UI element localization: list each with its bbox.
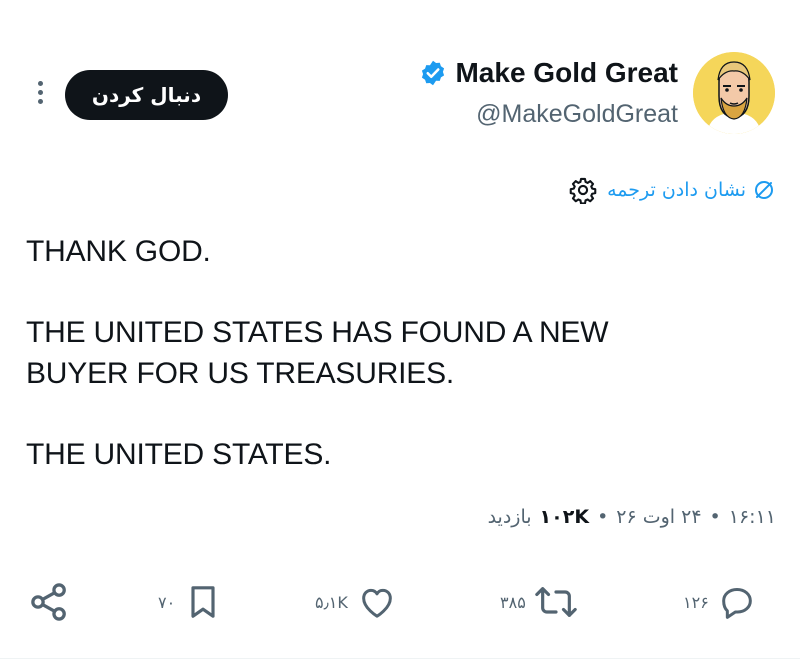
tweet-text-line: BUYER FOR US TREASURIES.: [26, 357, 455, 390]
like-button[interactable]: ۵٫۱K: [315, 580, 398, 624]
like-count: ۵٫۱K: [315, 592, 348, 612]
display-name: Make Gold Great: [455, 57, 678, 88]
retweet-icon: [535, 587, 577, 617]
translate-icon: [755, 181, 773, 199]
user-handle[interactable]: @MakeGoldGreat: [476, 100, 678, 129]
follow-button[interactable]: دنبال کردن: [65, 70, 228, 120]
gear-icon[interactable]: [569, 176, 597, 204]
divider: [0, 658, 800, 659]
share-icon: [31, 583, 66, 621]
reply-icon: [721, 588, 752, 619]
avatar[interactable]: [693, 52, 775, 134]
tweet-text-line: THANK GOD.: [26, 235, 211, 268]
views-label: بازدید: [487, 506, 532, 528]
show-translation-label: نشان دادن ترجمه: [607, 179, 746, 201]
tweet-meta: ۱۶:۱۱ • ۲۴ اوت ۲۶ • ۱۰۲K بازدید: [488, 506, 776, 528]
tweet-text-line: THE UNITED STATES HAS FOUND A NEW: [26, 316, 609, 349]
heart-icon: [362, 588, 392, 618]
share-button[interactable]: [27, 580, 71, 624]
more-vertical-icon[interactable]: [30, 78, 50, 110]
show-translation-link[interactable]: نشان دادن ترجمه: [607, 178, 776, 202]
bookmark-count: ۷۰: [158, 592, 176, 612]
reply-count: ۱۲۶: [683, 592, 709, 612]
meta-separator: •: [597, 506, 609, 528]
tweet-date[interactable]: ۲۴ اوت ۲۶: [616, 506, 701, 528]
meta-separator: •: [709, 506, 721, 528]
display-name-row[interactable]: Make Gold Great: [419, 55, 678, 91]
retweet-button[interactable]: ۳۸۵: [500, 580, 578, 624]
reply-button[interactable]: ۱۲۶: [683, 580, 757, 624]
tweet-time[interactable]: ۱۶:۱۱: [729, 506, 776, 528]
avatar-image: [693, 52, 775, 134]
retweet-count: ۳۸۵: [500, 592, 526, 612]
translate-row: نشان دادن ترجمه: [569, 174, 776, 206]
bookmark-button[interactable]: ۷۰: [158, 580, 223, 624]
bookmark-icon: [191, 586, 215, 618]
views-count[interactable]: ۱۰۲K: [540, 506, 590, 528]
tweet-text-line: THE UNITED STATES.: [26, 438, 332, 471]
verified-badge-icon: [422, 60, 445, 86]
